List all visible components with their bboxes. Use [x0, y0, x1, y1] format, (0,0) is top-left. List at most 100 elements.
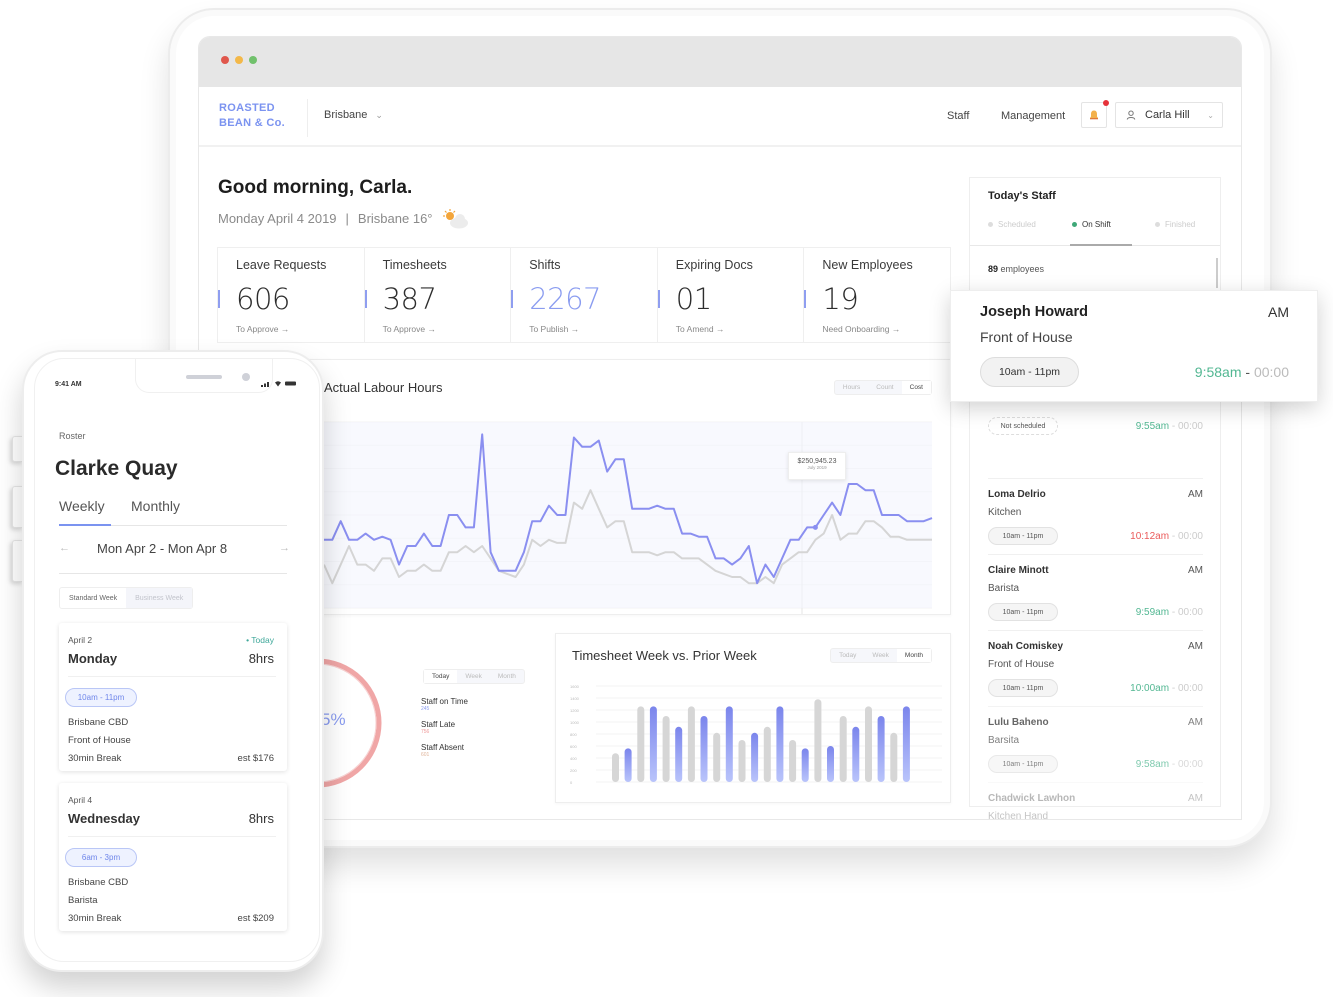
bar-prior-week [738, 740, 746, 782]
week-range: Mon Apr 2 - Mon Apr 8 [97, 541, 228, 556]
stat-action-link[interactable]: To Publish → [529, 324, 579, 334]
shift-pill: Not scheduled [988, 417, 1058, 435]
attendance-toggle: Today Week Month [423, 669, 525, 684]
summary-stats: Leave Requests 606 To Approve → Timeshee… [217, 247, 951, 343]
staff-row[interactable]: Not scheduled 9:55am - 00:00 [988, 410, 1203, 450]
minimize-window-button[interactable] [235, 56, 243, 64]
tooltip-marker [812, 524, 818, 530]
tab-weekly[interactable]: Weekly [59, 498, 105, 514]
stat-accent-bar [218, 290, 220, 308]
roster-label: Roster [59, 431, 86, 441]
staff-role: Kitchen Hand [988, 811, 1049, 820]
stat-action-link[interactable]: Need Onboarding → [822, 324, 900, 334]
clock-times: 9:58am - 00:00 [1195, 364, 1289, 380]
stat-action-link[interactable]: To Amend → [676, 324, 725, 334]
staff-row[interactable]: Claire Minott AM Barista 10am - 11pm 9:5… [988, 554, 1203, 630]
staff-row[interactable]: Noah Comiskey AM Front of House 10am - 1… [988, 630, 1203, 706]
header-divider [307, 99, 308, 137]
notification-badge [1103, 100, 1109, 106]
tab-finished[interactable]: Finished [1155, 220, 1195, 229]
tab-label: On Shift [1082, 220, 1111, 229]
bar-this-week [852, 726, 860, 782]
week-divider [59, 573, 287, 574]
tab-monthly[interactable]: Monthly [131, 498, 180, 514]
wifi-icon [275, 381, 282, 387]
tab-week[interactable]: Week [457, 670, 490, 683]
stat-new-employees[interactable]: New Employees 19 Need Onboarding → [804, 248, 950, 342]
nav-staff[interactable]: Staff [947, 110, 969, 122]
shift-estimate: est $176 [237, 753, 274, 764]
card-divider [68, 676, 276, 677]
logo-line-1: ROASTED [219, 102, 275, 114]
stat-value: 01 [675, 282, 712, 316]
stat-leave-requests[interactable]: Leave Requests 606 To Approve → [218, 248, 365, 342]
notifications-button[interactable] [1081, 100, 1109, 128]
shift-estimate: est $209 [237, 913, 274, 924]
bell-icon [1090, 110, 1098, 120]
status-dot-icon [1072, 222, 1077, 228]
clock-in: 9:55am [1135, 421, 1170, 432]
staff-ampm: AM [1188, 641, 1203, 652]
day-date: April 2 [68, 635, 93, 645]
stat-shifts[interactable]: Shifts 2267 To Publish → [511, 248, 658, 342]
staff-role: Barsita [988, 735, 1020, 746]
staff-row[interactable]: Chadwick Lawhon AM Kitchen Hand [988, 782, 1203, 820]
next-week-arrow-icon[interactable]: → [279, 542, 290, 554]
tab-scheduled[interactable]: Scheduled [988, 220, 1036, 229]
clock-in: 10:12am [1130, 531, 1170, 542]
scrollbar[interactable] [1216, 258, 1218, 288]
separator: | [345, 210, 349, 226]
clock-out: 00:00 [1177, 759, 1203, 770]
location-label: Brisbane [324, 109, 368, 121]
active-tab-indicator [1070, 244, 1132, 246]
y-tick-label: 0 [570, 780, 573, 785]
close-window-button[interactable] [221, 56, 229, 64]
shift-role: Barista [68, 895, 98, 906]
staff-detail-card[interactable]: Joseph Howard AM Front of House 10am - 1… [950, 290, 1318, 402]
bar-this-week [725, 706, 733, 782]
maximize-window-button[interactable] [249, 56, 257, 64]
tab-month[interactable]: Month [490, 670, 524, 683]
bar-prior-week [662, 716, 670, 782]
todays-staff-panel: Today's Staff Scheduled On Shift Finishe… [969, 177, 1221, 819]
staff-name: Lulu Baheno [988, 717, 1049, 728]
camera [242, 373, 250, 381]
partly-cloudy-icon [441, 208, 471, 229]
stat-label: Leave Requests [236, 258, 327, 272]
stat-label: Shifts [529, 258, 561, 272]
bar-prior-week [637, 706, 645, 782]
clock-times: 9:59am - 00:00 [1135, 607, 1203, 618]
tab-standard-week[interactable]: Standard Week [60, 588, 126, 608]
staff-role: Front of House [988, 659, 1055, 670]
stat-action-link[interactable]: To Approve → [236, 324, 289, 334]
tab-on-shift[interactable]: On Shift [1072, 220, 1111, 229]
logo-line-2: BEAN & Co. [219, 117, 285, 129]
bar-this-week [700, 716, 708, 782]
prev-week-arrow-icon[interactable]: ← [59, 542, 70, 554]
stat-timesheets[interactable]: Timesheets 387 To Approve → [364, 248, 512, 342]
window-titlebar [199, 37, 1241, 87]
tab-today[interactable]: Today [424, 670, 458, 683]
nav-management[interactable]: Management [1001, 110, 1065, 122]
staff-name: Joseph Howard [980, 304, 1088, 320]
bar-this-week [827, 746, 834, 782]
brand-logo[interactable]: ROASTED BEAN & Co. [219, 101, 285, 131]
clock-times: 9:58am - 00:00 [1135, 759, 1203, 770]
app-header: ROASTED BEAN & Co. Brisbane ⌄ Staff Manag… [199, 87, 1241, 147]
chevron-down-icon: ⌄ [1207, 110, 1214, 120]
labour-hours-panel: Actual Labour Hours Hours Count Cost $25… [217, 359, 951, 615]
clock-in: 10:00am [1130, 683, 1170, 694]
stat-expiring-docs[interactable]: Expiring Docs 01 To Amend → [657, 248, 805, 342]
stat-action-link[interactable]: To Approve → [383, 324, 436, 334]
staff-row[interactable]: Lulu Baheno AM Barsita 10am - 11pm 9:58a… [988, 706, 1203, 782]
clock-out: 00:00 [1177, 683, 1203, 694]
roster-day-card[interactable]: April 4 Wednesday 8hrs 6am - 3pm Brisban… [59, 783, 287, 931]
shift-role: Front of House [68, 735, 131, 746]
legend-value: 601 [421, 752, 430, 758]
user-menu[interactable]: Carla Hill ⌄ [1115, 102, 1223, 128]
staff-row[interactable]: Loma Delrio AM Kitchen 10am - 11pm 10:12… [988, 478, 1203, 554]
location-dropdown[interactable]: Brisbane ⌄ [324, 109, 383, 121]
tab-business-week[interactable]: Business Week [126, 588, 193, 608]
roster-day-card[interactable]: April 2 • Today Monday 8hrs 10am - 11pm … [59, 623, 287, 771]
day-name: Wednesday [68, 811, 141, 826]
